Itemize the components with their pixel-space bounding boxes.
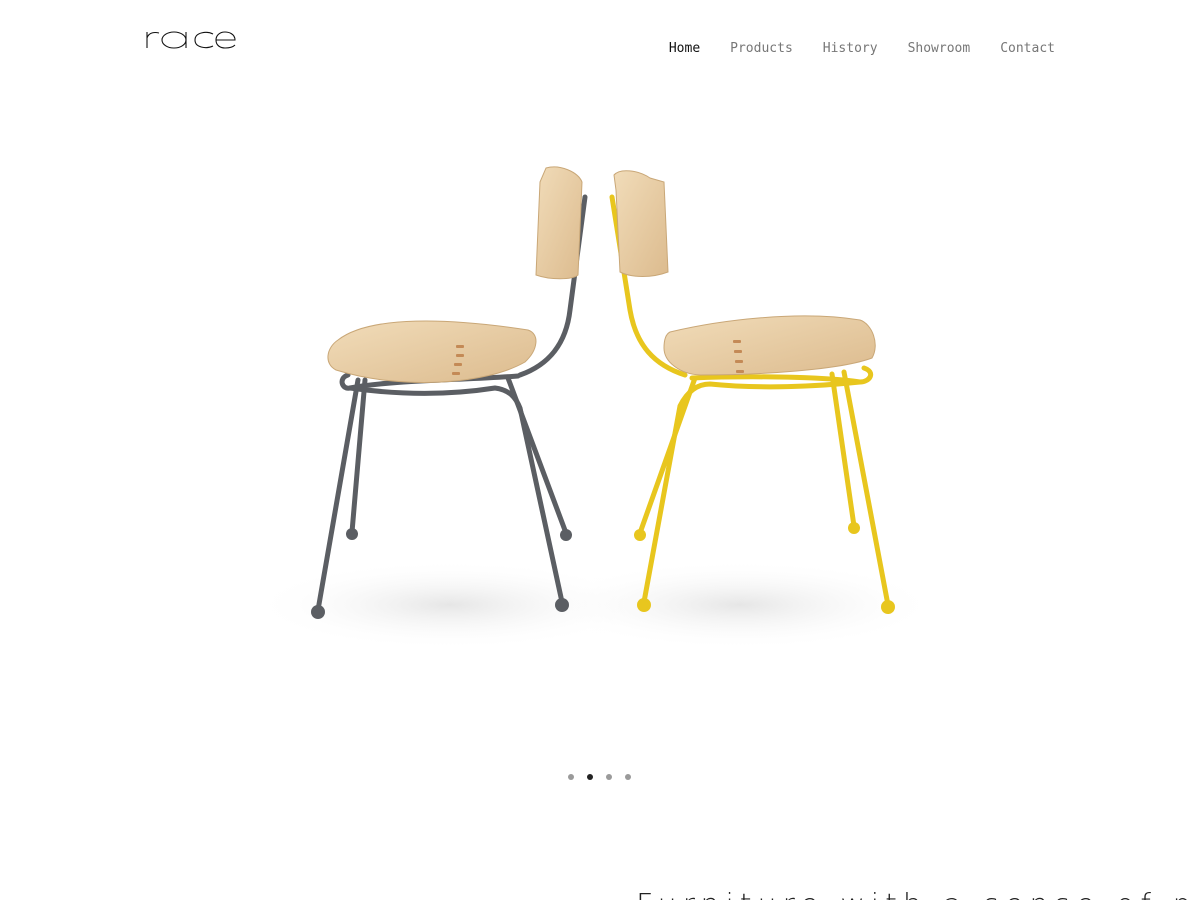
slider-dot-4[interactable] bbox=[625, 774, 631, 780]
nav-contact[interactable]: Contact bbox=[1000, 41, 1055, 57]
logo[interactable]: race bbox=[145, 26, 237, 52]
hero-slider[interactable] bbox=[240, 150, 960, 680]
slider-dot-1[interactable] bbox=[568, 774, 574, 780]
slider-dot-2[interactable] bbox=[587, 774, 593, 780]
yellow-chair bbox=[609, 170, 895, 614]
nav-history[interactable]: History bbox=[823, 41, 878, 57]
hero-image bbox=[250, 166, 940, 650]
race-logo-icon bbox=[146, 31, 236, 49]
gray-chair bbox=[311, 166, 588, 619]
nav-home[interactable]: Home bbox=[669, 41, 700, 57]
section-heading: Furniture with a sense of purpose bbox=[636, 888, 1200, 900]
slider-pagination bbox=[568, 774, 631, 780]
main-nav: Home Products History Showroom Contact bbox=[669, 41, 1055, 57]
nav-products[interactable]: Products bbox=[730, 41, 793, 57]
nav-showroom[interactable]: Showroom bbox=[908, 41, 971, 57]
slider-dot-3[interactable] bbox=[606, 774, 612, 780]
page: race Home Products History Showroom Cont… bbox=[0, 0, 1200, 900]
